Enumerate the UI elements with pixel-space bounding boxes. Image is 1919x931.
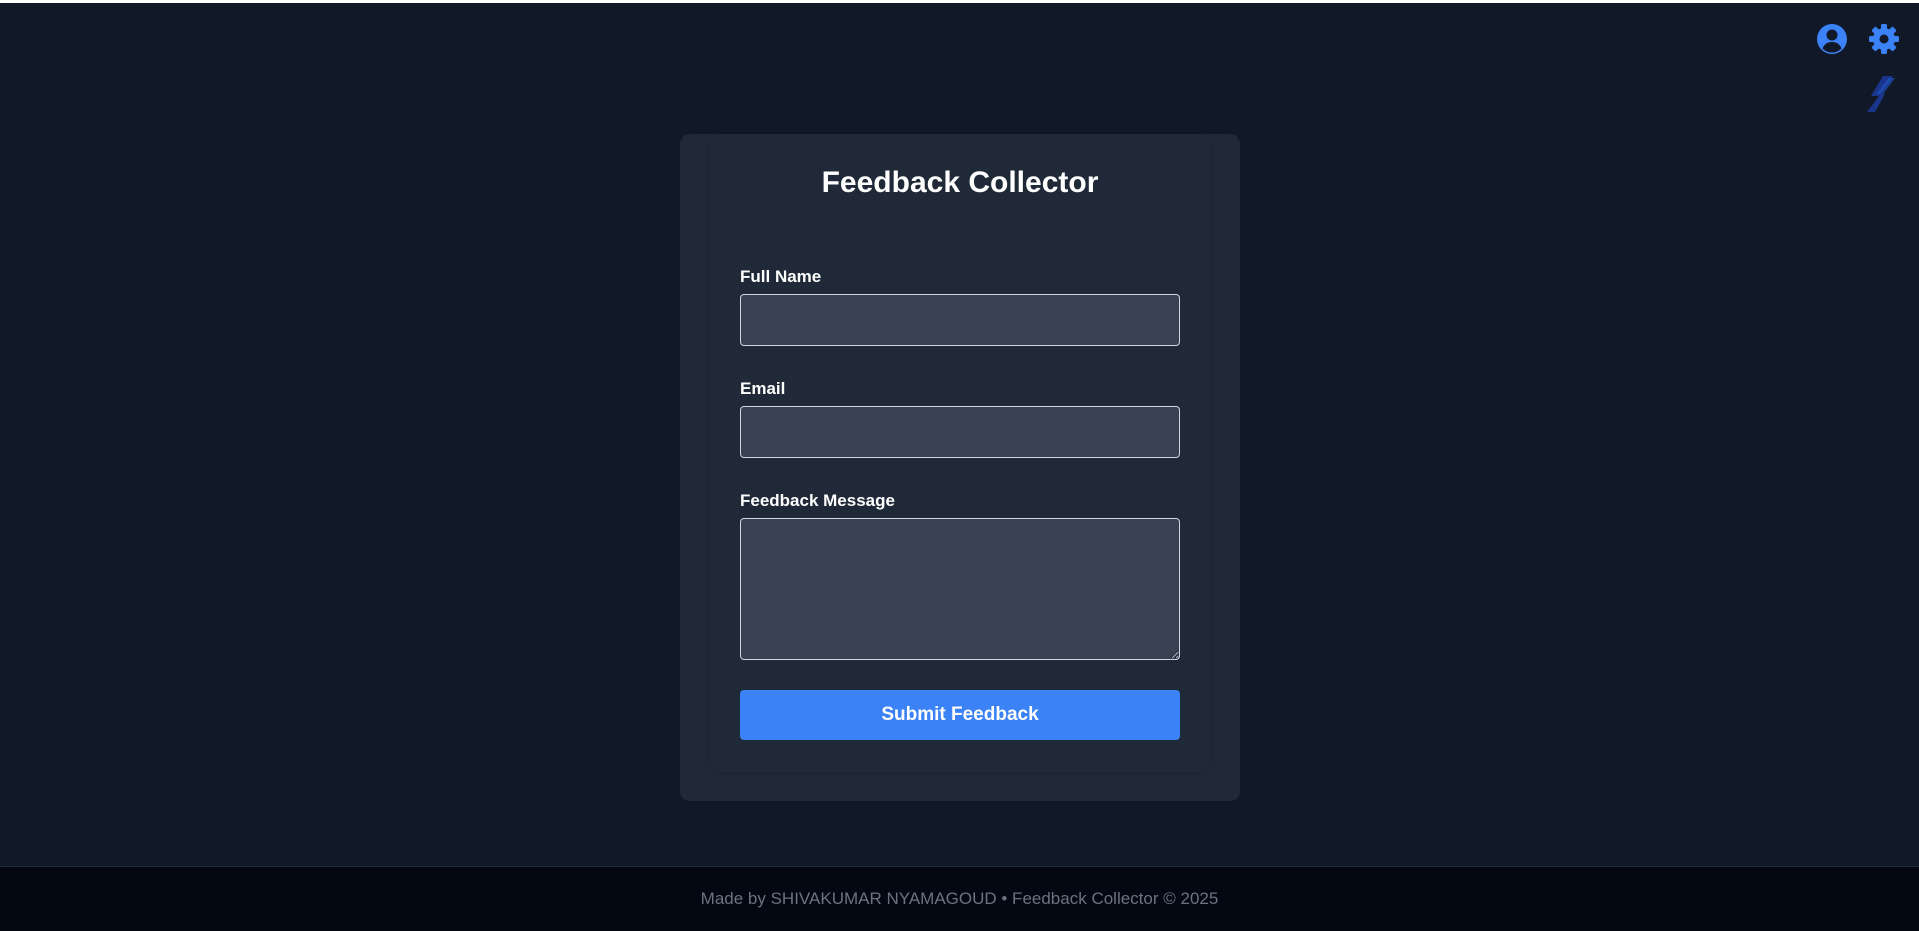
email-label: Email xyxy=(740,379,786,398)
submit-feedback-button[interactable]: Submit Feedback xyxy=(740,690,1180,740)
footer: Made by SHIVAKUMAR NYAMAGOUD • Feedback … xyxy=(0,866,1919,931)
feedback-message-textarea[interactable] xyxy=(740,518,1180,660)
full-name-input[interactable] xyxy=(740,294,1180,346)
page: Feedback Collector Full Name Email Feedb… xyxy=(0,0,1919,931)
footer-credit: Made by SHIVAKUMAR NYAMAGOUD • Feedback … xyxy=(700,889,1219,908)
full-name-label: Full Name xyxy=(740,267,822,286)
top-strip xyxy=(0,0,1919,3)
gear-icon[interactable] xyxy=(1867,22,1901,56)
email-input[interactable] xyxy=(740,406,1180,458)
feedback-card: Feedback Collector Full Name Email Feedb… xyxy=(680,134,1240,801)
slash-logo-icon[interactable] xyxy=(1861,72,1901,116)
feedback-message-label: Feedback Message xyxy=(740,491,895,510)
user-circle-icon[interactable] xyxy=(1815,22,1849,56)
top-toolbar xyxy=(1815,22,1901,56)
form-title: Feedback Collector xyxy=(821,166,1099,199)
